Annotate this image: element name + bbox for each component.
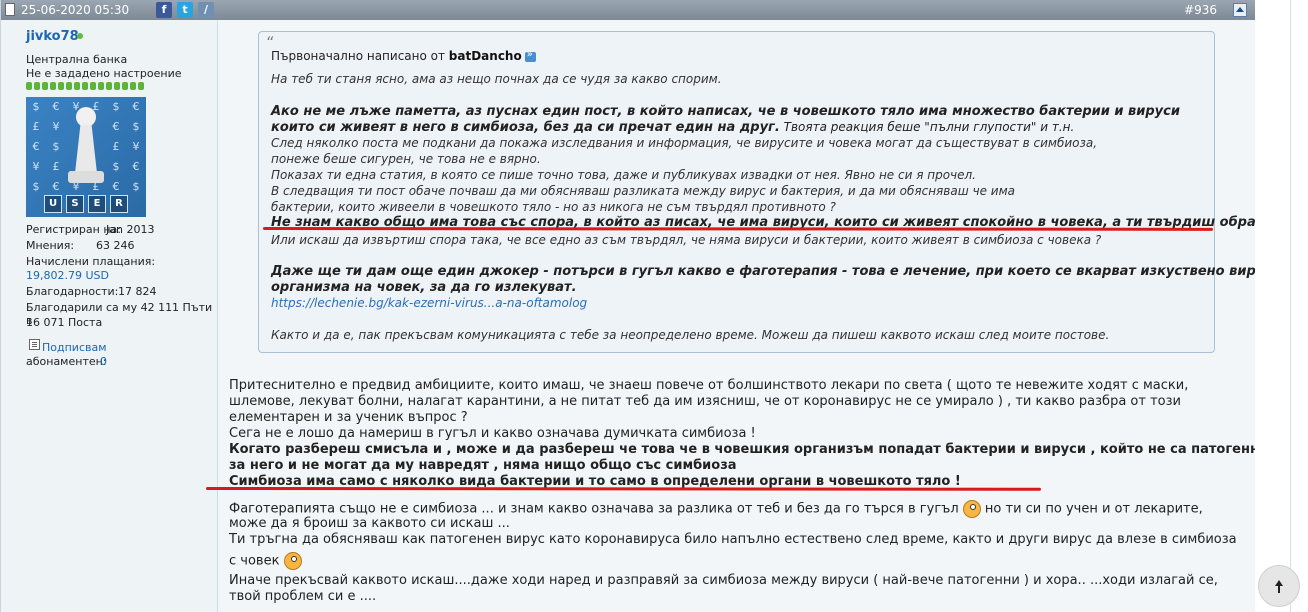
quote-line: Ако не ме лъже паметта, аз пуснах един п… — [271, 104, 1180, 119]
forum-post: 25-06-2020 05:30 f t ∕ #936 jivko78 Цент… — [0, 0, 1255, 612]
body-text: Фаготерапията също не е симбиоза ... и з… — [229, 501, 959, 517]
body-line: с човек — [229, 552, 302, 570]
quote-plain-part: Твоята реакция беше "пълни глупости" и т… — [779, 120, 1075, 134]
stat-payments: Начислени плащания: — [26, 255, 155, 268]
quote-line: бактерии, които живеели в човешкото тяло… — [271, 200, 836, 214]
link-icon[interactable]: ∕ — [198, 2, 214, 18]
online-status-icon — [77, 33, 83, 39]
payments-value-link[interactable]: 19,802.79 USD — [26, 269, 109, 282]
body-line: Сега не е лошо да намериш в гугъл и какв… — [229, 426, 756, 441]
facebook-icon[interactable]: f — [156, 2, 172, 18]
reputation-pip — [106, 82, 112, 90]
reputation-pip — [130, 82, 136, 90]
stat-value: Jan 2013 — [106, 223, 155, 236]
post-date: 25-06-2020 05:30 — [21, 3, 130, 17]
body-line: Ти тръгна да обясняваш как патогенен вир… — [229, 532, 1237, 547]
reputation-pip — [66, 82, 72, 90]
subscribe-link[interactable]: Подписвам — [42, 341, 107, 354]
quote-line: Даже ще ти дам още един джокер - потърси… — [271, 264, 1255, 279]
quote-block: “ Първоначално написано от batDancho На … — [258, 31, 1255, 353]
body-line: може да я броиш за каквото си искаш ... — [229, 516, 510, 531]
reputation-pip — [50, 82, 56, 90]
stat-registered: Регистриран на: Jan 2013 — [26, 223, 154, 236]
quote-link[interactable]: https://lechenie.bg/kak-ezerni-virus...a… — [271, 296, 587, 310]
body-line: за него и не могат да му навредят , няма… — [229, 458, 737, 473]
body-line: твой проблем си е .... — [229, 589, 377, 604]
stat-label: Благодарности: — [26, 285, 119, 298]
scroll-to-top-button[interactable] — [1258, 565, 1300, 607]
body-line: Когато разбереш смисъла и , може и да ра… — [229, 442, 1255, 457]
stat-thanks: Благодарности: 17 824 — [26, 285, 157, 298]
stat-value: 63 246 — [96, 239, 135, 252]
smiley-icon — [962, 500, 981, 518]
user-title: Централна банка — [26, 53, 128, 66]
quote-line: В следващия ти пост обаче почваш да ми о… — [271, 184, 1015, 198]
post-number[interactable]: #936 — [1184, 3, 1217, 17]
avatar-letter: U — [44, 195, 62, 213]
stat-label: абонаментен: — [26, 355, 107, 368]
reputation-pip — [42, 82, 48, 90]
reputation-pip — [74, 82, 80, 90]
body-text: с човек — [229, 553, 280, 569]
stat-label: Начислени плащания: — [26, 255, 156, 268]
body-line: Притеснително е предвид амбициите, които… — [229, 378, 1189, 393]
reputation-pip — [58, 82, 64, 90]
avatar-letter: S — [66, 195, 84, 213]
quote-line: организма на човек, за да го излекуват. — [271, 280, 577, 295]
quote-line: Или искаш да извъртиш спора така, че все… — [271, 233, 1102, 247]
post-content: “ Първоначално написано от batDancho На … — [218, 20, 1255, 612]
smiley-icon — [283, 552, 302, 570]
twitter-icon[interactable]: t — [177, 2, 193, 18]
avatar-user-letters: U S E R — [44, 195, 128, 213]
body-line: елементарен и за ученик въпрос ? — [229, 410, 468, 425]
reputation-pip — [122, 82, 128, 90]
chess-pawn-icon — [68, 107, 104, 187]
user-mood: Не е зададено настроение — [26, 67, 182, 80]
avatar[interactable]: $ € ¥ £ $ € £ ¥ € $ € $ £ ¥ ¥ £ $ € $ € ¥ £ € $ U S E R — [26, 97, 146, 217]
body-line: шлемове, лекуват болни, налагат карантин… — [229, 394, 1181, 409]
reputation-pip — [98, 82, 104, 90]
quote-header: Първоначално написано от batDancho — [271, 49, 536, 63]
reputation-pip — [82, 82, 88, 90]
quote-line: След няколко поста ме подкани да покажа … — [271, 136, 1098, 150]
quote-author: batDancho — [448, 49, 522, 63]
user-info-panel: jivko78 Централна банка Не е зададено на… — [1, 20, 218, 612]
quote-line: Както и да е, пак прекъсвам комуникацият… — [271, 328, 1110, 342]
reputation-pip — [34, 82, 40, 90]
subscribers-count-link[interactable]: 0 — [100, 355, 107, 368]
body-text: но ти си по учен и от лекарите, — [980, 501, 1203, 517]
stat-thanked-line2: 16 071 Поста — [26, 316, 103, 329]
username-link[interactable]: jivko78 — [26, 29, 79, 44]
reputation-pip — [114, 82, 120, 90]
stat-value: 17 824 — [118, 285, 157, 298]
reputation-pip — [26, 82, 32, 90]
quote-bold-part: които си живеят в него в симбиоза, без д… — [271, 120, 780, 135]
stat-posts: Мнения: 63 246 — [26, 239, 135, 252]
page-divider — [1290, 0, 1291, 612]
avatar-letter: R — [110, 195, 128, 213]
quote-prefix: Първоначално написано от — [271, 49, 449, 63]
body-line: Иначе прекъсвай каквото искаш....даже хо… — [229, 573, 1218, 588]
quote-line: понеже беше сигурен, че това не е вярно. — [271, 152, 541, 166]
quote-icon: “ — [266, 33, 275, 52]
reputation-pip — [90, 82, 96, 90]
quote-line: които си живеят в него в симбиоза, без д… — [271, 120, 1074, 135]
reputation-bar — [26, 82, 146, 90]
scroll-up-icon[interactable] — [1233, 3, 1247, 17]
reputation-pip — [138, 82, 144, 90]
stat-label: Мнения: — [26, 239, 75, 252]
view-post-icon[interactable] — [524, 49, 536, 62]
avatar-letter: E — [88, 195, 106, 213]
post-header-bar: 25-06-2020 05:30 f t ∕ #936 — [1, 0, 1255, 20]
page-icon — [5, 3, 15, 16]
quote-line: На теб ти станя ясно, ама аз нещо почнах… — [271, 72, 722, 86]
subscribe-icon[interactable] — [29, 339, 40, 350]
stat-subscribers: абонаментен: 0 — [26, 355, 107, 368]
quote-line: Показах ти една статия, в която се пише … — [271, 168, 976, 182]
